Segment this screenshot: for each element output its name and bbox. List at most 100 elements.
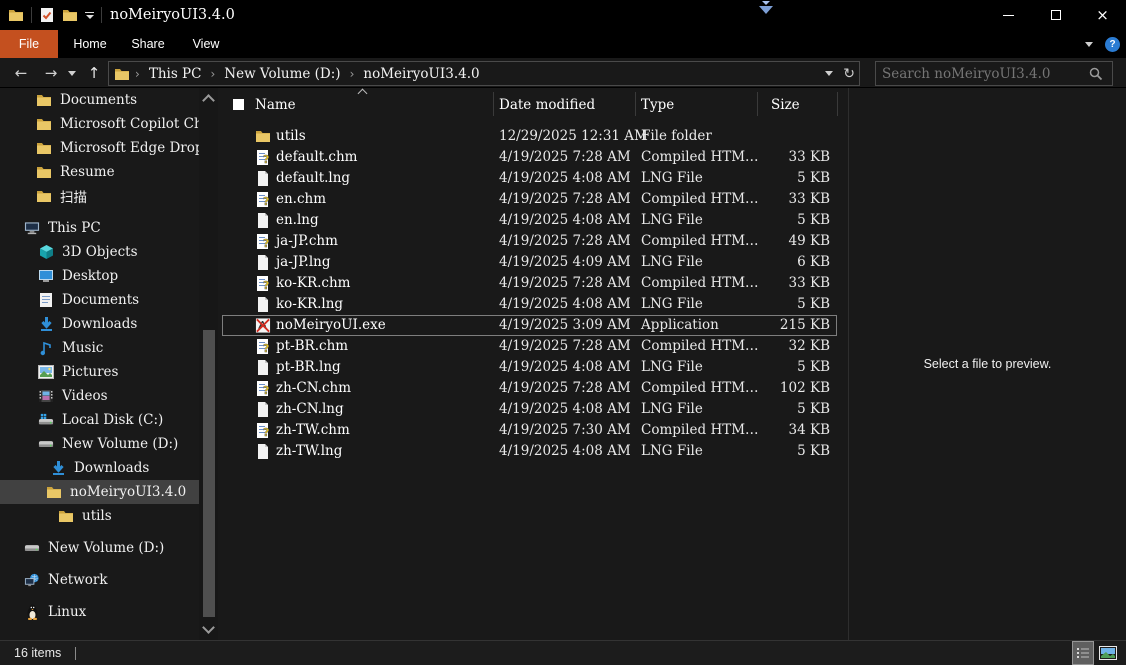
- linux-icon: [24, 604, 40, 620]
- maximize-button[interactable]: [1032, 0, 1079, 30]
- details-view-button[interactable]: [1072, 641, 1094, 665]
- file-date-modified: 4/19/2025 4:08 AM: [499, 212, 631, 228]
- scrollbar-thumb[interactable]: [203, 330, 215, 617]
- sidebar-item-local-disk-c-[interactable]: Local Disk (C:): [0, 408, 199, 432]
- properties-icon[interactable]: [39, 7, 55, 23]
- help-icon[interactable]: ?: [1105, 37, 1120, 52]
- breadcrumb-nomeiryoui[interactable]: noMeiryoUI3.4.0: [363, 66, 479, 82]
- sidebar-item-label: utils: [82, 508, 112, 524]
- sidebar-item-pictures[interactable]: Pictures: [0, 360, 199, 384]
- file-name: utils: [276, 128, 306, 144]
- file-row-ja-jp-lng[interactable]: ja-JP.lng4/19/2025 4:09 AMLNG File6 KB: [222, 252, 837, 273]
- file-row-en-lng[interactable]: en.lng4/19/2025 4:08 AMLNG File5 KB: [222, 210, 837, 231]
- file-size: 33 KB: [757, 275, 830, 291]
- sidebar-item-network[interactable]: Network: [0, 568, 199, 592]
- sidebar-item-documents[interactable]: Documents: [0, 88, 199, 112]
- file-date-modified: 4/19/2025 3:09 AM: [499, 317, 631, 333]
- tab-view[interactable]: View: [180, 30, 232, 58]
- sidebar-scrollbar[interactable]: [199, 88, 218, 640]
- minimize-button[interactable]: [985, 0, 1032, 30]
- search-input[interactable]: [876, 66, 1088, 82]
- column-header-name[interactable]: Name: [255, 97, 296, 113]
- download-icon: [50, 460, 66, 476]
- svg-text:?: ?: [263, 153, 269, 166]
- recent-locations-icon[interactable]: [64, 58, 80, 88]
- sidebar-item-downloads[interactable]: Downloads: [0, 312, 199, 336]
- svg-text:?: ?: [263, 426, 269, 439]
- search-icon[interactable]: [1088, 66, 1104, 82]
- file-row-pt-br-chm[interactable]: ?pt-BR.chm4/19/2025 7:28 AMCompiled HTM……: [222, 336, 837, 357]
- sidebar-item-microsoft-edge-drop-file[interactable]: Microsoft Edge Drop File: [0, 136, 199, 160]
- refresh-icon[interactable]: ↻: [843, 66, 855, 82]
- sidebar-item-desktop[interactable]: Desktop: [0, 264, 199, 288]
- address-dropdown-icon[interactable]: [825, 71, 833, 76]
- column-divider[interactable]: [493, 92, 494, 116]
- file-row-default-lng[interactable]: default.lng4/19/2025 4:08 AMLNG File5 KB: [222, 168, 837, 189]
- file-row-zh-cn-lng[interactable]: zh-CN.lng4/19/2025 4:08 AMLNG File5 KB: [222, 399, 837, 420]
- sidebar-item-扫描[interactable]: 扫描: [0, 184, 199, 208]
- customize-toolbar-dropdown-icon[interactable]: [85, 12, 94, 19]
- sidebar-item-utils[interactable]: utils: [0, 504, 199, 528]
- file-name: zh-TW.lng: [276, 443, 342, 459]
- scroll-down-icon[interactable]: [202, 621, 215, 634]
- close-button[interactable]: ×: [1079, 0, 1126, 30]
- file-row-zh-tw-lng[interactable]: zh-TW.lng4/19/2025 4:08 AMLNG File5 KB: [222, 441, 837, 462]
- file-size: 32 KB: [757, 338, 830, 354]
- address-bar[interactable]: › This PC › New Volume (D:) › noMeiryoUI…: [108, 61, 860, 86]
- select-all-checkbox[interactable]: [233, 99, 244, 110]
- main-content: DocumentsMicrosoft Copilot Chat FMicroso…: [0, 88, 1126, 640]
- sidebar-item-videos[interactable]: Videos: [0, 384, 199, 408]
- sidebar-item-resume[interactable]: Resume: [0, 160, 199, 184]
- file-name: en.lng: [276, 212, 319, 228]
- forward-button[interactable]: →: [38, 58, 64, 88]
- sidebar-item-music[interactable]: Music: [0, 336, 199, 360]
- sidebar-item-new-volume-d-[interactable]: New Volume (D:): [0, 432, 199, 456]
- file-row-en-chm[interactable]: ?en.chm4/19/2025 7:28 AMCompiled HTM…33 …: [222, 189, 837, 210]
- column-header-date-modified[interactable]: Date modified: [499, 97, 595, 113]
- column-divider[interactable]: [837, 92, 838, 116]
- back-button[interactable]: ←: [8, 58, 34, 88]
- file-type: LNG File: [641, 254, 703, 270]
- file-size: 34 KB: [757, 422, 830, 438]
- chm-icon: ?: [255, 422, 271, 438]
- sidebar-item-3d-objects[interactable]: 3D Objects: [0, 240, 199, 264]
- scroll-up-icon[interactable]: [202, 94, 215, 107]
- breadcrumb-new-volume-d[interactable]: New Volume (D:): [224, 66, 340, 82]
- file-row-zh-tw-chm[interactable]: ?zh-TW.chm4/19/2025 7:30 AMCompiled HTM……: [222, 420, 837, 441]
- sidebar-item-nomeiryoui3-4-0[interactable]: noMeiryoUI3.4.0: [0, 480, 199, 504]
- sidebar-item-linux[interactable]: Linux: [0, 600, 199, 624]
- large-icons-view-button[interactable]: [1098, 645, 1118, 661]
- sidebar-item-label: New Volume (D:): [62, 436, 178, 452]
- sidebar-item-this-pc[interactable]: This PC: [0, 216, 199, 240]
- sidebar-item-label: Local Disk (C:): [62, 412, 163, 428]
- breadcrumb-this-pc[interactable]: This PC: [149, 66, 202, 82]
- tab-file[interactable]: File: [0, 30, 58, 58]
- sidebar-item-microsoft-copilot-chat-f[interactable]: Microsoft Copilot Chat F: [0, 112, 199, 136]
- file-row-utils[interactable]: utils12/29/2025 12:31 AMFile folder: [222, 126, 837, 147]
- file-row-ko-kr-chm[interactable]: ?ko-KR.chm4/19/2025 7:28 AMCompiled HTM……: [222, 273, 837, 294]
- new-folder-icon[interactable]: [62, 7, 78, 23]
- search-box[interactable]: [875, 61, 1113, 86]
- folder-icon: [36, 92, 52, 108]
- file-row-ko-kr-lng[interactable]: ko-KR.lng4/19/2025 4:08 AMLNG File5 KB: [222, 294, 837, 315]
- sidebar-item-documents[interactable]: Documents: [0, 288, 199, 312]
- folder-icon: [36, 116, 52, 132]
- file-row-default-chm[interactable]: ?default.chm4/19/2025 7:28 AMCompiled HT…: [222, 147, 837, 168]
- file-row-zh-cn-chm[interactable]: ?zh-CN.chm4/19/2025 7:28 AMCompiled HTM……: [222, 378, 837, 399]
- column-divider[interactable]: [757, 92, 758, 116]
- column-divider[interactable]: [635, 92, 636, 116]
- tab-share[interactable]: Share: [122, 30, 174, 58]
- up-button[interactable]: ↑: [82, 58, 106, 88]
- column-header-size[interactable]: Size: [771, 97, 800, 113]
- file-row-nomeiryoui-exe[interactable]: noMeiryoUI.exe4/19/2025 3:09 AMApplicati…: [222, 315, 837, 336]
- sidebar-item-downloads[interactable]: Downloads: [0, 456, 199, 480]
- preview-pane: Select a file to preview.: [849, 88, 1126, 640]
- breadcrumb-separator-icon: ›: [210, 67, 215, 81]
- tab-home[interactable]: Home: [64, 30, 116, 58]
- file-row-pt-br-lng[interactable]: pt-BR.lng4/19/2025 4:08 AMLNG File5 KB: [222, 357, 837, 378]
- column-header-type[interactable]: Type: [641, 97, 674, 113]
- expand-ribbon-icon[interactable]: [1085, 42, 1093, 47]
- music-icon: [38, 340, 54, 356]
- file-row-ja-jp-chm[interactable]: ?ja-JP.chm4/19/2025 7:28 AMCompiled HTM……: [222, 231, 837, 252]
- sidebar-item-new-volume-d-[interactable]: New Volume (D:): [0, 536, 199, 560]
